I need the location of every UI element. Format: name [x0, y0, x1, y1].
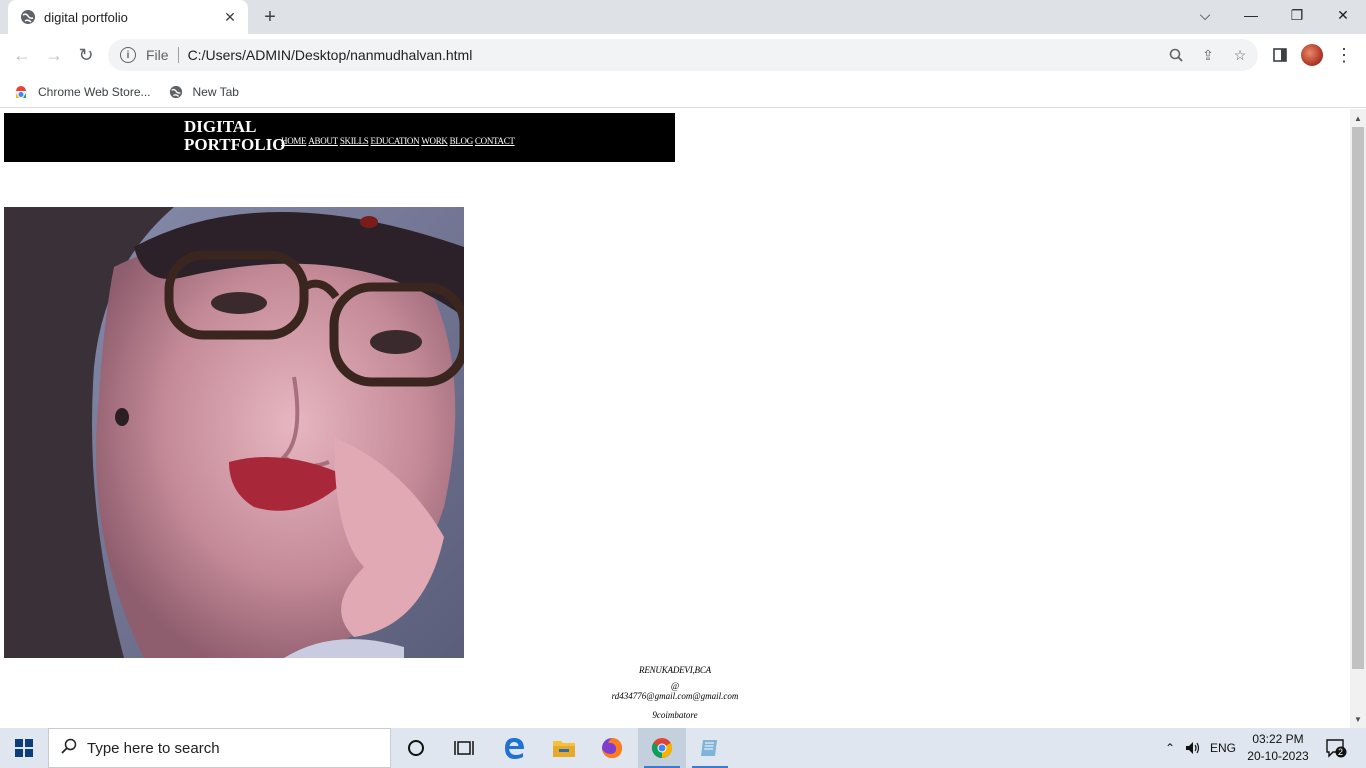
cortana-icon[interactable]	[392, 728, 440, 768]
firefox-icon[interactable]	[588, 728, 636, 768]
scrollbar-thumb[interactable]	[1352, 127, 1364, 669]
nav-home[interactable]: HOME	[281, 136, 307, 146]
bookmark-label: Chrome Web Store...	[38, 84, 151, 99]
browser-toolbar: ← → ↻ i File C:/Users/ADMIN/Desktop/nanm…	[0, 34, 1366, 76]
windows-start-icon[interactable]	[0, 728, 48, 768]
show-hidden-icons-icon[interactable]: ⌃	[1160, 728, 1180, 768]
taskbar-search-box[interactable]: Type here to search	[48, 728, 391, 768]
windows-taskbar: Type here to search ⌃ ENG 03:22 PM 20-10…	[0, 728, 1366, 768]
clock-date: 20-10-2023	[1247, 749, 1309, 763]
reload-icon[interactable]: ↻	[73, 42, 99, 68]
site-logo: DIGITAL PORTFOLIO	[184, 118, 285, 154]
close-tab-icon[interactable]: ✕	[222, 9, 238, 25]
bookmark-label: New Tab	[192, 84, 239, 99]
logo-line-2: PORTFOLIO	[184, 135, 286, 154]
chrome-icon[interactable]	[638, 728, 686, 768]
close-window-icon[interactable]: ✕	[1320, 0, 1366, 30]
edge-icon[interactable]	[490, 728, 538, 768]
side-panel-icon[interactable]	[1270, 45, 1290, 65]
notification-count: 2	[1338, 747, 1344, 757]
profile-photo	[4, 207, 464, 658]
back-icon[interactable]: ←	[9, 42, 35, 68]
new-tab-button[interactable]: +	[258, 6, 282, 28]
share-icon[interactable]: ⇪	[1198, 39, 1218, 71]
minimize-icon[interactable]: —	[1228, 0, 1274, 30]
nav-contact[interactable]: CONTACT	[475, 136, 515, 146]
zoom-icon[interactable]	[1166, 39, 1186, 71]
clock-time: 03:22 PM	[1252, 732, 1304, 746]
globe-icon	[169, 85, 183, 99]
restore-icon[interactable]: ❐	[1274, 0, 1320, 30]
page-scrollbar[interactable]: ▲ ▼	[1350, 109, 1366, 728]
page-viewport: DIGITAL PORTFOLIO HOME ABOUT SKILLS EDUC…	[0, 109, 1350, 728]
nav-work[interactable]: WORK	[421, 136, 448, 146]
site-header: DIGITAL PORTFOLIO HOME ABOUT SKILLS EDUC…	[4, 113, 675, 162]
bookmark-star-icon[interactable]: ☆	[1230, 39, 1250, 71]
search-placeholder: Type here to search	[87, 739, 220, 757]
omnibox-separator	[177, 47, 179, 63]
bookmark-new-tab[interactable]: New Tab	[169, 85, 239, 99]
scroll-down-icon[interactable]: ▼	[1350, 712, 1366, 726]
forward-icon[interactable]: →	[41, 42, 67, 68]
address-bar[interactable]: i File C:/Users/ADMIN/Desktop/nanmudhalv…	[108, 39, 1258, 71]
notifications-icon[interactable]: 2	[1320, 728, 1352, 768]
nav-skills[interactable]: SKILLS	[340, 136, 369, 146]
bookmarks-bar: Chrome Web Store... New Tab	[0, 76, 1366, 108]
site-footer: RENUKADEVI,BCA @ rd434776@gmail.com@gmai…	[580, 664, 770, 720]
globe-icon	[21, 10, 35, 24]
footer-at-symbol: @	[670, 681, 680, 691]
taskbar-clock[interactable]: 03:22 PM 20-10-2023	[1240, 731, 1316, 765]
footer-name: RENUKADEVI,BCA	[639, 665, 711, 675]
url-text[interactable]: C:/Users/ADMIN/Desktop/nanmudhalvan.html	[188, 47, 473, 63]
footer-email[interactable]: rd434776@gmail.com@gmail.com	[580, 691, 770, 701]
menu-icon[interactable]: ⋮	[1334, 45, 1354, 65]
search-icon	[61, 738, 77, 759]
tab-strip: digital portfolio ✕ + ⌵ — ❐ ✕	[0, 0, 1366, 34]
scroll-up-icon[interactable]: ▲	[1350, 111, 1366, 125]
file-explorer-icon[interactable]	[540, 728, 588, 768]
profile-avatar[interactable]	[1301, 44, 1323, 66]
language-indicator[interactable]: ENG	[1207, 728, 1239, 768]
site-nav: HOME ABOUT SKILLS EDUCATION WORK BLOG CO…	[281, 136, 517, 146]
notepad-icon[interactable]	[686, 728, 734, 768]
nav-blog[interactable]: BLOG	[450, 136, 474, 146]
site-info-icon[interactable]: i	[120, 47, 136, 63]
task-view-icon[interactable]	[440, 728, 488, 768]
bookmark-chrome-web-store[interactable]: Chrome Web Store...	[14, 85, 151, 99]
nav-about[interactable]: ABOUT	[308, 136, 338, 146]
footer-location: 9coimbatore	[652, 710, 698, 720]
chrome-web-store-icon	[14, 85, 28, 99]
nav-education[interactable]: EDUCATION	[371, 136, 420, 146]
scheme-label: File	[146, 47, 169, 63]
tab-title: digital portfolio	[44, 9, 128, 25]
volume-icon[interactable]	[1183, 728, 1205, 768]
logo-line-1: DIGITAL	[184, 117, 257, 136]
browser-tab[interactable]: digital portfolio ✕	[8, 0, 248, 34]
tab-search-icon[interactable]: ⌵	[1182, 0, 1228, 30]
